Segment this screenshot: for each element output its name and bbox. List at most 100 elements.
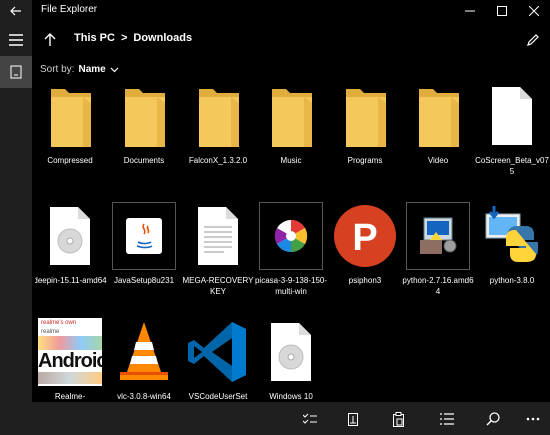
item-label: VSCodeUserSet bbox=[188, 392, 248, 401]
list-item[interactable]: Video bbox=[403, 82, 473, 192]
image-thumbnail-icon: realme's own realme Androic bbox=[38, 318, 102, 386]
installer-icon bbox=[406, 202, 470, 270]
list-item[interactable]: python-3.8.0 bbox=[477, 202, 547, 312]
close-icon bbox=[529, 6, 539, 16]
chevron-down-icon bbox=[110, 67, 119, 72]
checklist-icon bbox=[303, 413, 317, 424]
list-item[interactable]: deepin-15.11-amd64 bbox=[35, 202, 107, 312]
close-button[interactable] bbox=[518, 0, 550, 22]
file-grid: Compressed Documents FalconX_1.3.2.0 Mus… bbox=[35, 82, 550, 402]
folder-icon bbox=[406, 82, 470, 150]
item-label: psiphon3 bbox=[348, 276, 382, 285]
item-label: FalconX_1.3.2.0 bbox=[188, 156, 248, 165]
python-icon bbox=[480, 202, 544, 270]
disc-image-icon bbox=[38, 202, 102, 270]
folder-icon bbox=[38, 82, 102, 150]
minimize-icon bbox=[465, 10, 475, 12]
clipboard-icon bbox=[392, 411, 404, 427]
list-item[interactable]: Music bbox=[256, 82, 326, 192]
vscode-icon bbox=[186, 318, 250, 386]
rail-item-device[interactable] bbox=[0, 56, 32, 88]
list-item[interactable]: python-2.7.16.amd64 bbox=[402, 202, 474, 312]
list-item[interactable]: picasa-3-9-138-150-multi-win bbox=[254, 202, 328, 312]
picasa-icon bbox=[259, 202, 323, 270]
back-arrow-icon bbox=[10, 6, 21, 16]
new-item-button[interactable] bbox=[342, 408, 364, 430]
hamburger-icon bbox=[9, 34, 23, 46]
list-item[interactable]: JavaSetup8u231 bbox=[109, 202, 179, 312]
maximize-button[interactable] bbox=[486, 0, 518, 22]
psiphon-icon: P bbox=[333, 202, 397, 270]
blank-file-icon bbox=[480, 82, 544, 150]
list-item[interactable]: CoScreen_Beta_v075 bbox=[475, 82, 549, 192]
more-options-button[interactable] bbox=[522, 408, 544, 430]
breadcrumb-separator: > bbox=[120, 32, 128, 44]
item-label: Programs bbox=[347, 156, 383, 165]
text-file-icon bbox=[186, 202, 250, 270]
list-view-icon bbox=[440, 413, 454, 425]
list-item[interactable]: Documents bbox=[109, 82, 179, 192]
list-item[interactable]: MEGA-RECOVERYKEY bbox=[183, 202, 253, 312]
select-button[interactable] bbox=[299, 408, 321, 430]
item-label: Realme- bbox=[54, 392, 86, 401]
java-icon bbox=[112, 202, 176, 270]
list-item[interactable]: vlc-3.0.8-win64 bbox=[109, 318, 179, 402]
svg-text:P: P bbox=[352, 217, 377, 259]
view-options-button[interactable] bbox=[436, 408, 458, 430]
folder-icon bbox=[112, 82, 176, 150]
list-item[interactable]: Programs bbox=[330, 82, 400, 192]
list-item[interactable]: VSCodeUserSet bbox=[183, 318, 253, 402]
item-label: Music bbox=[280, 156, 302, 165]
up-arrow-icon bbox=[44, 33, 56, 46]
hamburger-menu-button[interactable] bbox=[0, 24, 32, 56]
thumbnail-image-band bbox=[38, 372, 102, 384]
up-button[interactable] bbox=[38, 28, 62, 52]
paste-button[interactable] bbox=[387, 408, 409, 430]
sort-label: Sort by: bbox=[40, 64, 75, 75]
minimize-button[interactable] bbox=[454, 0, 486, 22]
thumbnail-large-text: Androic bbox=[38, 350, 102, 372]
list-item[interactable]: FalconX_1.3.2.0 bbox=[183, 82, 253, 192]
search-icon bbox=[486, 412, 500, 426]
breadcrumb-this-pc[interactable]: This PC bbox=[74, 32, 115, 44]
back-button[interactable] bbox=[0, 0, 32, 22]
item-label: Video bbox=[427, 156, 449, 165]
list-item[interactable]: P psiphon3 bbox=[330, 202, 400, 312]
folder-icon bbox=[333, 82, 397, 150]
item-label: deepin-15.11-amd64 bbox=[35, 276, 107, 285]
list-item[interactable]: Windows 10 bbox=[256, 318, 326, 402]
sort-value: Name bbox=[78, 64, 106, 75]
item-label: JavaSetup8u231 bbox=[113, 276, 175, 285]
breadcrumb: This PC > Downloads bbox=[74, 32, 192, 44]
thumbnail-caption: realme's own bbox=[41, 320, 77, 326]
item-label: Windows 10 bbox=[269, 392, 313, 401]
item-label: MEGA-RECOVERYKEY bbox=[182, 276, 254, 296]
list-item[interactable]: realme's own realme Androic Realme- bbox=[35, 318, 105, 402]
thumbnail-subcaption: realme bbox=[41, 329, 60, 335]
list-item[interactable]: Compressed bbox=[35, 82, 105, 192]
edit-path-button[interactable] bbox=[522, 29, 544, 51]
pencil-icon bbox=[527, 34, 539, 46]
vlc-icon bbox=[112, 318, 176, 386]
item-label: Compressed bbox=[47, 156, 93, 165]
disc-image-icon bbox=[259, 318, 323, 386]
folder-icon bbox=[186, 82, 250, 150]
app-title: File Explorer bbox=[41, 4, 98, 15]
ellipsis-icon bbox=[526, 417, 540, 421]
folder-icon bbox=[259, 82, 323, 150]
item-label: picasa-3-9-138-150-multi-win bbox=[254, 276, 328, 296]
command-bar bbox=[32, 402, 550, 435]
maximize-icon bbox=[497, 6, 507, 16]
item-label: CoScreen_Beta_v075 bbox=[475, 156, 549, 176]
item-label: python-2.7.16.amd64 bbox=[402, 276, 474, 296]
sort-control[interactable]: Sort by: Name bbox=[40, 64, 119, 75]
address-bar: This PC > Downloads bbox=[32, 22, 550, 58]
navigation-rail bbox=[0, 22, 32, 435]
title-bar: File Explorer bbox=[0, 0, 550, 22]
tablet-icon bbox=[10, 65, 22, 79]
item-label: python-3.8.0 bbox=[489, 276, 535, 285]
thumbnail-image-band bbox=[38, 336, 102, 350]
breadcrumb-downloads[interactable]: Downloads bbox=[133, 32, 192, 44]
item-label: Documents bbox=[123, 156, 165, 165]
search-button[interactable] bbox=[482, 408, 504, 430]
